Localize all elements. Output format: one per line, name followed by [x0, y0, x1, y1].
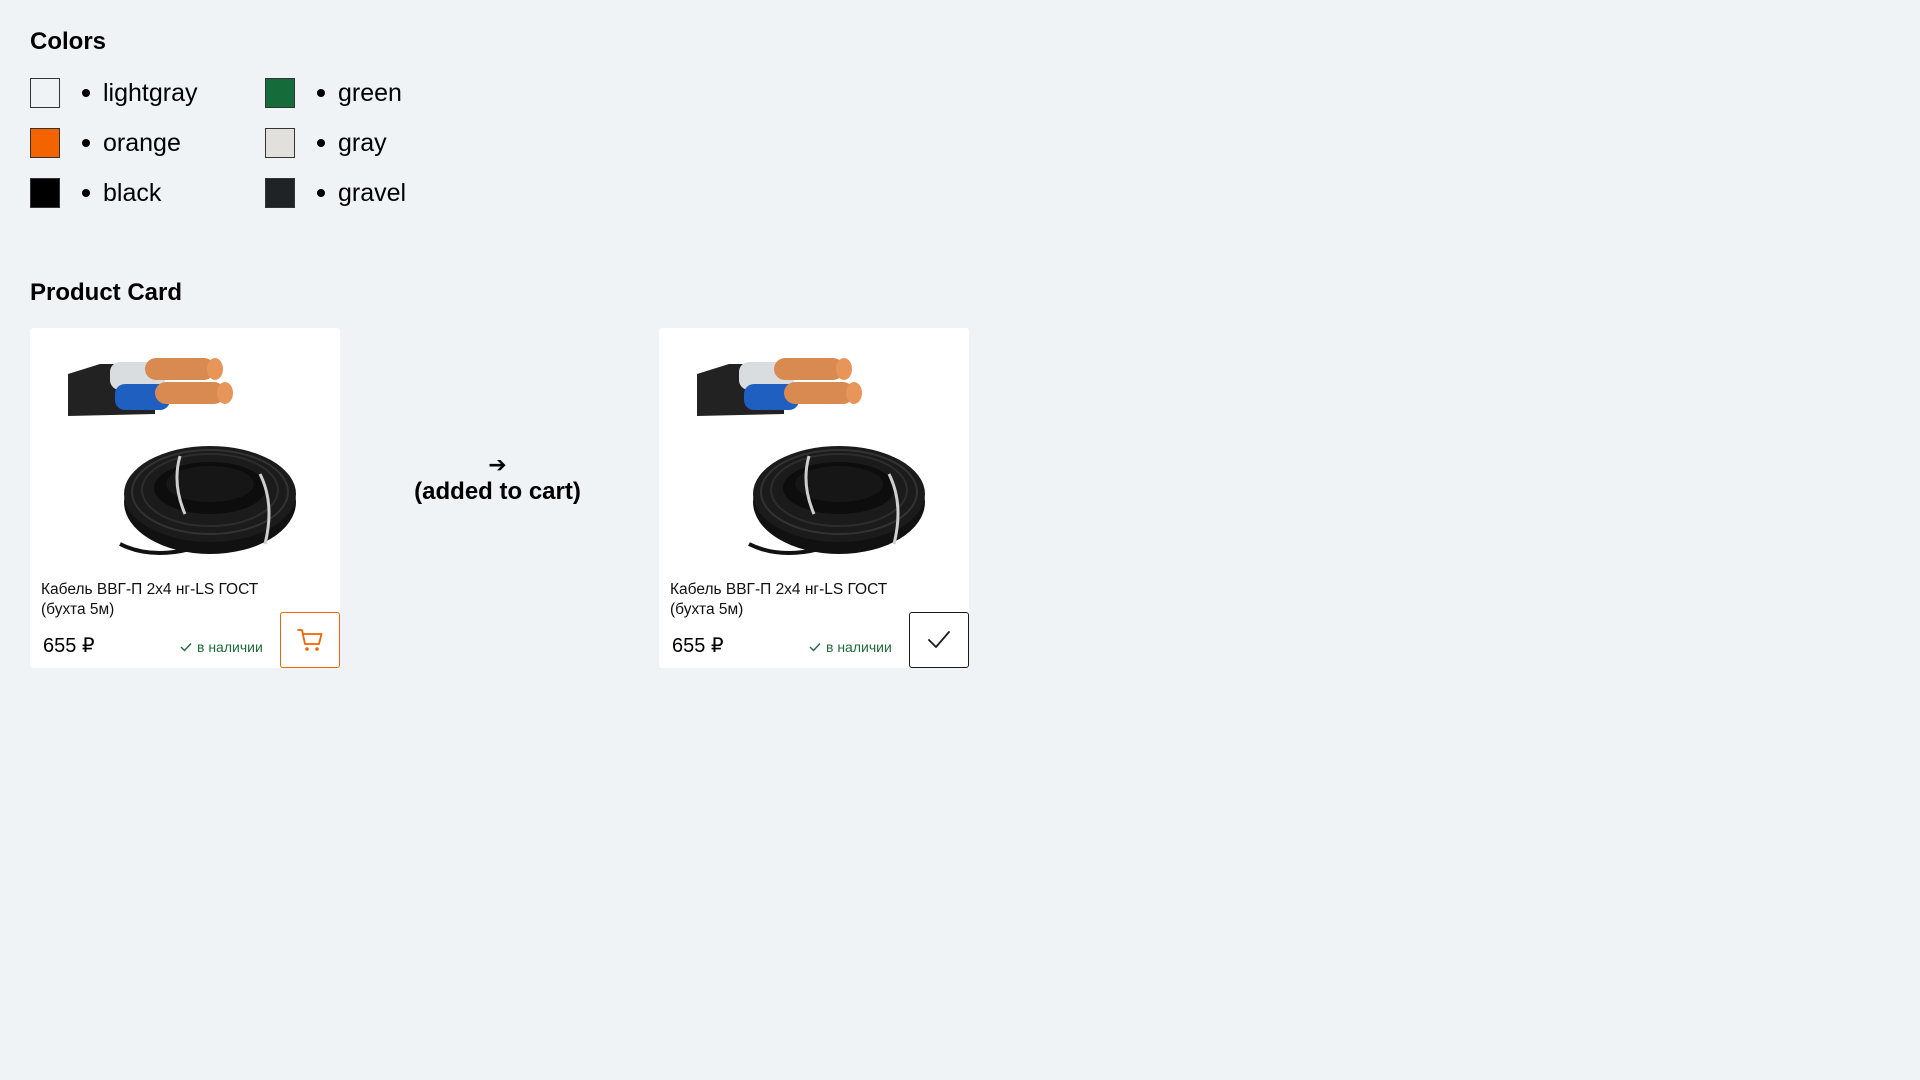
product-card-added[interactable]: Кабель ВВГ-П 2х4 нг-LS ГОСТ (бухта 5м) 6…	[659, 328, 969, 668]
cable-product-image[interactable]	[60, 344, 310, 574]
check-icon	[928, 631, 950, 648]
bullet	[317, 89, 325, 97]
color-item-green: green	[265, 77, 402, 109]
add-to-cart-button[interactable]	[280, 612, 340, 668]
stock-status: в наличии	[809, 639, 892, 655]
check-icon	[809, 643, 821, 652]
color-label: black	[103, 178, 162, 207]
product-price: 655 ₽	[43, 635, 95, 657]
in-cart-button[interactable]	[909, 612, 969, 668]
color-swatch	[30, 178, 60, 208]
product-name[interactable]: Кабель ВВГ-П 2х4 нг-LS ГОСТ (бухта 5м)	[41, 580, 301, 620]
stock-label: в наличии	[197, 639, 263, 655]
check-icon	[180, 643, 192, 652]
colors-section-title: Colors	[30, 28, 107, 55]
stock-label: в наличии	[826, 639, 892, 655]
color-item-gray: gray	[265, 127, 387, 159]
color-item-lightgray: lightgray	[30, 77, 198, 109]
color-swatch	[30, 128, 60, 158]
color-item-black: black	[30, 177, 161, 209]
color-swatch	[265, 128, 295, 158]
color-swatch	[265, 178, 295, 208]
color-label: orange	[103, 128, 181, 157]
arrow-right-icon: ➔	[488, 453, 507, 478]
bullet	[317, 139, 325, 147]
product-price: 655 ₽	[672, 635, 724, 657]
color-label: gray	[338, 128, 387, 157]
color-swatch	[265, 78, 295, 108]
color-label: green	[338, 78, 402, 107]
page: Colors lightgray orange black green gray…	[0, 0, 1920, 1080]
transition-label: (added to cart)	[414, 478, 581, 505]
product-name[interactable]: Кабель ВВГ-П 2х4 нг-LS ГОСТ (бухта 5м)	[670, 580, 930, 620]
color-item-gravel: gravel	[265, 177, 406, 209]
transition-indicator: ➔ (added to cart)	[380, 454, 615, 506]
product-card[interactable]: Кабель ВВГ-П 2х4 нг-LS ГОСТ (бухта 5м) 6…	[30, 328, 340, 668]
stock-status: в наличии	[180, 639, 263, 655]
bullet	[317, 189, 325, 197]
cable-product-image[interactable]	[689, 344, 939, 574]
bullet	[82, 189, 90, 197]
bullet	[82, 139, 90, 147]
color-label: gravel	[338, 178, 407, 207]
color-item-orange: orange	[30, 127, 181, 159]
color-swatch	[30, 78, 60, 108]
color-label: lightgray	[103, 78, 198, 107]
bullet	[82, 89, 90, 97]
cart-icon	[297, 629, 323, 651]
product-section-title: Product Card	[30, 279, 183, 306]
